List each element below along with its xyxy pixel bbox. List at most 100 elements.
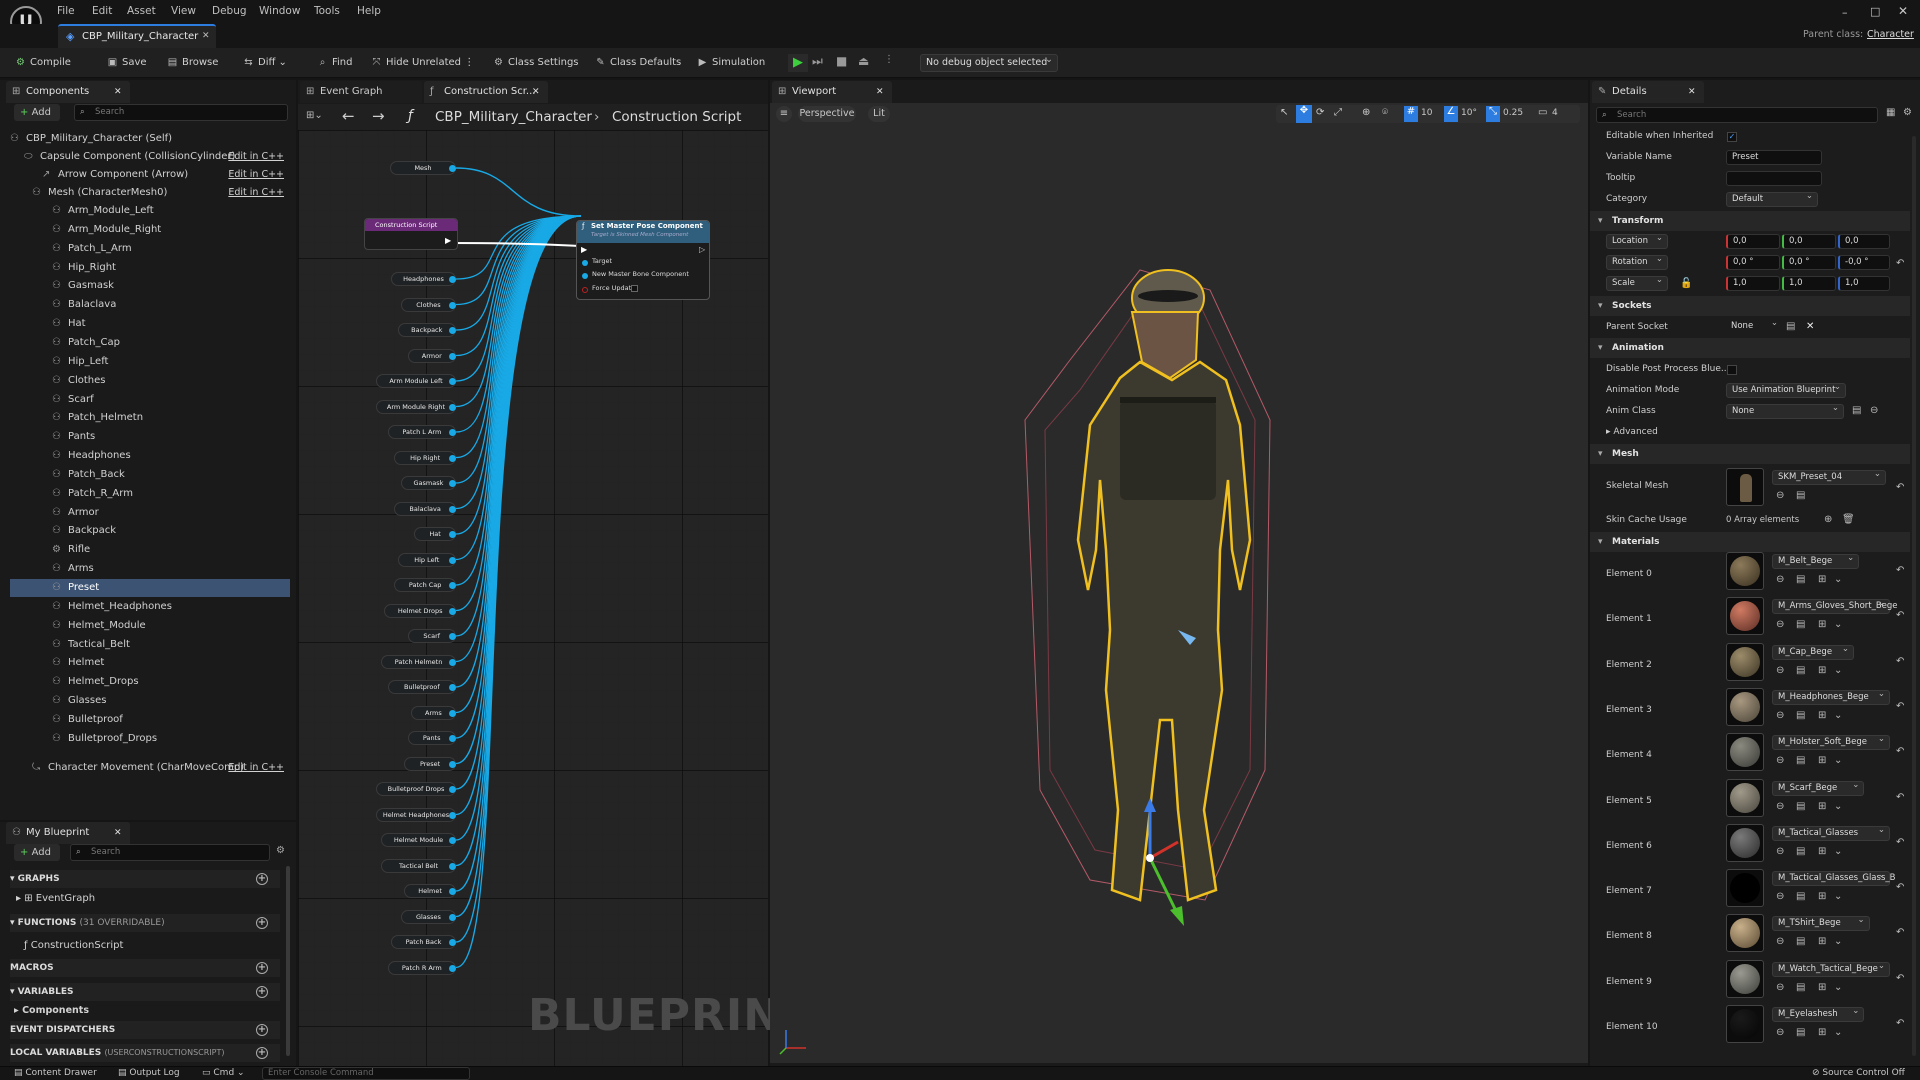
location-x-input[interactable]: 0,0 <box>1726 234 1780 249</box>
details-scrollbar[interactable] <box>1912 136 1916 1056</box>
mesh-pin-node[interactable]: Mesh <box>390 161 456 175</box>
component-pin-node[interactable]: Arm Module Left <box>376 374 456 388</box>
tree-child-item[interactable]: ⚇ Hat <box>10 315 290 333</box>
component-pin-node[interactable]: Helmet Headphones <box>376 807 456 822</box>
browse-asset-icon[interactable]: ▤ <box>1796 665 1805 676</box>
material-options-icon[interactable]: ⊞ <box>1818 936 1826 947</box>
material-thumbnail[interactable] <box>1726 869 1764 908</box>
browse-asset-icon[interactable]: ▤ <box>1796 574 1805 585</box>
gizmo-x-axis[interactable] <box>1149 840 1179 860</box>
transform-section[interactable]: Transform <box>1590 211 1910 231</box>
console-input[interactable]: Enter Console Command <box>262 1067 470 1080</box>
reset-material-icon[interactable]: ↶ <box>1896 656 1904 667</box>
menu-debug[interactable]: Debug <box>212 5 247 17</box>
graphs-section[interactable]: ▾ GRAPHS + <box>10 870 280 888</box>
tree-child-item[interactable]: ⚙ Rifle <box>10 541 290 559</box>
my-blueprint-scrollbar[interactable] <box>286 866 290 1056</box>
browse-asset-icon[interactable]: ▤ <box>1796 936 1805 947</box>
use-selected-asset-icon[interactable]: ⊖ <box>1776 801 1784 812</box>
use-selected-asset-icon[interactable]: ⊖ <box>1776 665 1784 676</box>
tree-child-item[interactable]: ⚇ Backpack <box>10 522 290 540</box>
minimize-icon[interactable]: – <box>1842 6 1848 19</box>
material-options-icon[interactable]: ⊞ <box>1818 801 1826 812</box>
animation-section[interactable]: Animation <box>1590 338 1910 358</box>
hide-unrelated-button[interactable]: ⤧ Hide Unrelated ⋮ <box>370 54 475 72</box>
component-pin-node[interactable]: Clothes <box>400 297 456 312</box>
component-pin-node[interactable]: Tactical Belt <box>381 858 456 873</box>
tree-child-item[interactable]: ⚇ Hip_Right <box>10 259 290 277</box>
reset-material-icon[interactable]: ↶ <box>1896 610 1904 621</box>
tree-child-item[interactable]: ⚇ Preset <box>10 579 290 597</box>
component-pin-node[interactable]: Patch Helmetn <box>381 654 456 669</box>
advanced-row[interactable]: ▸ Advanced <box>1590 422 1900 443</box>
menu-view[interactable]: View <box>171 5 196 17</box>
browse-asset-icon[interactable]: ▤ <box>1796 710 1805 721</box>
use-selected-asset-icon[interactable]: ⊖ <box>1776 755 1784 766</box>
use-selected-asset-icon[interactable]: ⊖ <box>1776 936 1784 947</box>
menu-edit[interactable]: Edit <box>92 5 112 17</box>
editable-checkbox[interactable]: ✓ <box>1727 132 1737 142</box>
perspective-button[interactable]: Perspective <box>798 106 856 122</box>
material-thumbnail[interactable] <box>1726 733 1764 772</box>
viewport-menu-icon[interactable]: ≡ <box>776 106 792 122</box>
component-pin-node[interactable]: Bulletproof <box>387 680 456 694</box>
world-space-icon[interactable]: ⊕ <box>1362 107 1370 118</box>
event-graph-tab[interactable]: ⊞ Event Graph <box>300 81 422 103</box>
camera-speed-value[interactable]: 4 <box>1552 108 1558 118</box>
edit-cpp-link[interactable]: Edit in C++ <box>228 148 284 166</box>
material-thumbnail[interactable] <box>1726 823 1764 862</box>
browse-asset-icon[interactable]: ▤ <box>1796 619 1805 630</box>
location-z-input[interactable]: 0,0 <box>1838 234 1890 249</box>
component-pin-node[interactable]: Hip Left <box>397 552 456 567</box>
scale-select[interactable]: Scale <box>1606 274 1668 291</box>
exec-out-pin-icon[interactable]: ▶ <box>445 236 451 245</box>
edit-cpp-link[interactable]: Edit in C++ <box>228 166 284 184</box>
tree-child-item[interactable]: ⚇ Helmet_Module <box>10 617 290 635</box>
my-blueprint-tab[interactable]: ⚇ My Blueprint ✕ <box>6 822 130 844</box>
force-update-checkbox[interactable] <box>631 285 638 292</box>
maximize-icon[interactable]: □ <box>1870 5 1880 18</box>
step-icon[interactable]: ⏭ <box>812 54 823 69</box>
category-select[interactable]: Default <box>1726 190 1818 207</box>
reset-material-icon[interactable]: ↶ <box>1896 792 1904 803</box>
tree-child-item[interactable]: ⚇ Helmet <box>10 654 290 672</box>
simulation-button[interactable]: ▶ Simulation <box>696 54 766 72</box>
grid-snap-value[interactable]: 10 <box>1421 108 1432 118</box>
menu-help[interactable]: Help <box>357 5 381 17</box>
class-defaults-button[interactable]: ✎ Class Defaults <box>594 54 681 72</box>
close-components-tab-icon[interactable]: ✕ <box>114 81 122 103</box>
add-macro-icon[interactable]: + <box>256 962 268 974</box>
component-pin-node[interactable]: Armor <box>407 348 456 363</box>
use-selected-icon[interactable]: ⊖ <box>1870 405 1878 416</box>
content-drawer-button[interactable]: ▤ Content Drawer <box>14 1068 97 1078</box>
animation-mode-select[interactable]: Use Animation Blueprint <box>1726 381 1846 398</box>
component-pin-node[interactable]: Preset <box>404 756 456 771</box>
material-thumbnail[interactable] <box>1726 1005 1764 1043</box>
event-dispatchers-section[interactable]: EVENT DISPATCHERS + <box>10 1021 280 1039</box>
component-pin-node[interactable]: Balaclava <box>394 501 456 516</box>
edit-cpp-link[interactable]: Edit in C++ <box>228 759 284 777</box>
tree-child-item[interactable]: ⚇ Gasmask <box>10 277 290 295</box>
component-pin-node[interactable]: Backpack <box>397 323 456 337</box>
material-options-icon[interactable]: ⊞ <box>1818 619 1826 630</box>
tree-capsule[interactable]: ⬭ Capsule Component (CollisionCylinder) Ed… <box>10 148 290 166</box>
save-button[interactable]: ▣ Save <box>106 54 147 72</box>
mesh-section[interactable]: Mesh <box>1590 444 1910 464</box>
material-thumbnail[interactable] <box>1726 552 1764 590</box>
use-selected-asset-icon[interactable]: ⊖ <box>1776 982 1784 993</box>
table-view-icon[interactable]: ▦ <box>1886 107 1895 118</box>
angle-snap-value[interactable]: 10° <box>1461 108 1477 118</box>
material-select[interactable]: M_TShirt_Bege <box>1772 914 1870 932</box>
material-select[interactable]: M_Eyelashesh <box>1772 1005 1865 1022</box>
tree-child-item[interactable]: ⚇ Arm_Module_Left <box>10 202 290 220</box>
components-tab[interactable]: ⊞ Components ✕ <box>6 81 130 103</box>
component-pin-node[interactable]: Patch Back <box>391 935 456 949</box>
components-search-input[interactable]: ⌕ Search <box>74 104 288 121</box>
play-icon[interactable]: ▶ <box>788 54 808 72</box>
rotation-z-input[interactable]: -0,0 ° <box>1838 255 1890 270</box>
tree-child-item[interactable]: ⚇ Scarf <box>10 391 290 409</box>
material-thumbnail[interactable] <box>1726 642 1764 681</box>
use-selected-asset-icon[interactable]: ⊖ <box>1776 891 1784 902</box>
tree-child-item[interactable]: ⚇ Helmet_Drops <box>10 673 290 691</box>
tree-child-item[interactable]: ⚇ Hip_Left <box>10 353 290 371</box>
